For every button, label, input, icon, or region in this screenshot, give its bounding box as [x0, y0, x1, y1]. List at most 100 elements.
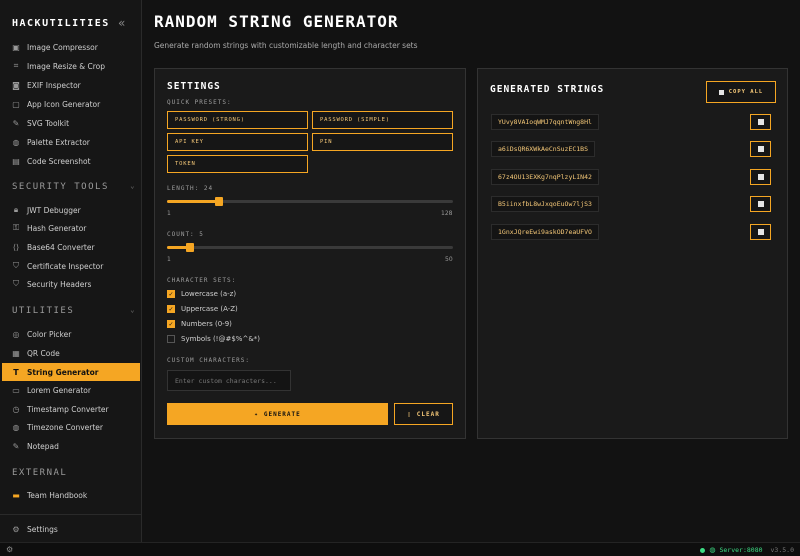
copy-icon: [757, 229, 764, 235]
length-slider-thumb[interactable]: [215, 197, 223, 206]
checkbox-unchecked[interactable]: [167, 335, 175, 343]
sidebar-item-code-screenshot[interactable]: ▤ Code Screenshot: [2, 152, 140, 170]
sidebar-item-lorem-generator[interactable]: ▭ Lorem Generator: [2, 381, 140, 399]
checkbox-checked[interactable]: ✓: [167, 320, 175, 328]
charset-symbols[interactable]: Symbols (!@#$%^&*): [167, 335, 260, 343]
clear-button[interactable]: ▯ CLEAR: [394, 403, 453, 425]
checkbox-checked[interactable]: ✓: [167, 290, 175, 298]
quick-presets-label: QUICK PRESETS:: [167, 99, 232, 106]
preset-token[interactable]: TOKEN: [167, 155, 308, 173]
book-icon: ▬: [12, 490, 20, 500]
pen-icon: ✎: [12, 118, 20, 128]
server-label: Server:8080: [719, 546, 763, 554]
copy-all-button[interactable]: COPY ALL: [706, 81, 776, 103]
copy-button[interactable]: [750, 196, 771, 212]
section-external[interactable]: EXTERNAL: [12, 468, 136, 478]
preset-password-strong[interactable]: PASSWORD (STRONG): [167, 111, 308, 129]
globe-icon: ◍: [12, 422, 20, 432]
generated-string: a6iDsQR6XWkAeCnSuzEC1BS: [491, 141, 596, 157]
sidebar-item-qr-code[interactable]: ▦ QR Code: [2, 344, 140, 362]
brand-title: HACKUTILITIES: [12, 18, 110, 29]
sidebar-item-jwt-debugger[interactable]: 🔒︎ JWT Debugger: [2, 201, 140, 219]
preset-pin[interactable]: PIN: [312, 133, 453, 151]
charset-uppercase[interactable]: ✓ Uppercase (A-Z): [167, 305, 238, 313]
charset-numbers[interactable]: ✓ Numbers (0-9): [167, 320, 232, 328]
count-slider-thumb[interactable]: [186, 243, 194, 252]
sidebar-item-timestamp-converter[interactable]: ◷ Timestamp Converter: [2, 400, 140, 418]
sidebar-item-exif-inspector[interactable]: ◙ EXIF Inspector: [2, 76, 140, 94]
results-title: GENERATED STRINGS: [490, 84, 605, 95]
checkbox-checked[interactable]: ✓: [167, 305, 175, 313]
chevron-down-icon: ⌄: [130, 182, 136, 190]
clock-icon: ◷: [12, 404, 20, 414]
sidebar: HACKUTILITIES « ▣ Image Compressor ⌗ Image…: [0, 0, 142, 542]
sidebar-item-palette-extractor[interactable]: ◍ Palette Extractor: [2, 133, 140, 151]
count-max-label: 50: [445, 256, 453, 263]
gear-icon[interactable]: ⚙: [6, 545, 13, 554]
image-icon: ▣: [12, 42, 20, 52]
copy-button[interactable]: [750, 169, 771, 185]
section-utilities[interactable]: UTILITIES ⌄: [12, 306, 136, 316]
count-label: COUNT: 5: [167, 231, 204, 238]
length-slider[interactable]: [167, 197, 453, 206]
server-status: ◍ Server:8080 v3.5.0: [700, 546, 794, 554]
sidebar-item-timezone-converter[interactable]: ◍ Timezone Converter: [2, 418, 140, 436]
sidebar-item-team-handbook[interactable]: ▬ Team Handbook: [2, 486, 140, 504]
copy-button[interactable]: [750, 224, 771, 240]
custom-characters-input[interactable]: [167, 370, 291, 391]
note-icon: ✎: [12, 441, 20, 451]
sidebar-item-settings[interactable]: ⚙ Settings: [2, 520, 140, 538]
length-label: LENGTH: 24: [167, 185, 214, 192]
sidebar-item-certificate-inspector[interactable]: ⛉ Certificate Inspector: [2, 257, 140, 275]
copy-icon: [718, 89, 724, 95]
character-sets-label: CHARACTER SETS:: [167, 277, 237, 284]
length-max-label: 128: [441, 210, 453, 217]
trash-icon: ▯: [407, 410, 412, 418]
sidebar-item-color-picker[interactable]: ◎ Color Picker: [2, 325, 140, 343]
length-slider-fill: [167, 200, 219, 203]
sparkle-icon: ✦: [254, 410, 259, 418]
chevron-down-icon: ⌄: [130, 306, 136, 314]
shield-icon: ⛉: [13, 279, 19, 288]
qr-icon: ▦: [12, 348, 20, 358]
charset-lowercase[interactable]: ✓ Lowercase (a-z): [167, 290, 236, 298]
sidebar-item-image-resize[interactable]: ⌗ Image Resize & Crop: [2, 57, 140, 75]
online-indicator: [700, 547, 706, 553]
sidebar-item-security-headers[interactable]: ⛉ Security Headers: [2, 275, 140, 293]
copy-button[interactable]: [750, 114, 771, 130]
sidebar-footer: ⚙ Settings: [0, 514, 142, 542]
sidebar-item-app-icon-generator[interactable]: ▢ App Icon Generator: [2, 95, 140, 113]
sidebar-item-image-compressor[interactable]: ▣ Image Compressor: [2, 38, 140, 56]
sidebar-item-notepad[interactable]: ✎ Notepad: [2, 437, 140, 455]
hash-icon: ⚿: [12, 223, 20, 232]
copy-icon: [757, 119, 764, 125]
collapse-sidebar-icon[interactable]: «: [118, 16, 125, 30]
sidebar-nav[interactable]: ▣ Image Compressor ⌗ Image Resize & Crop ◙…: [0, 38, 142, 514]
page-subtitle: Generate random strings with customizabl…: [154, 41, 418, 50]
page-title: RANDOM STRING GENERATOR: [154, 12, 399, 31]
count-min-label: 1: [167, 256, 171, 263]
length-min-label: 1: [167, 210, 171, 217]
custom-characters-label: CUSTOM CHARACTERS:: [167, 357, 251, 364]
generated-string: 67z4OU13EXKg7nqPlzyLIN42: [491, 169, 599, 185]
generated-string: B5iinxfbL8wJxqoEuOw7ljS3: [491, 196, 599, 212]
camera-icon: ◙: [12, 80, 20, 90]
screenshot-icon: ▤: [12, 156, 20, 166]
document-icon: ▭: [12, 385, 20, 395]
status-bar: ⚙ ◍ Server:8080 v3.5.0: [0, 542, 800, 556]
shield-icon: ⛉: [13, 261, 19, 270]
text-icon: T: [13, 367, 19, 377]
sidebar-item-svg-toolkit[interactable]: ✎ SVG Toolkit: [2, 114, 140, 132]
copy-button[interactable]: [750, 141, 771, 157]
preset-api-key[interactable]: API KEY: [167, 133, 308, 151]
generate-button[interactable]: ✦ GENERATE: [167, 403, 388, 425]
preset-password-simple[interactable]: PASSWORD (SIMPLE): [312, 111, 453, 129]
generated-string: YUvy8VAIoqWMJ7qqntWng8Hl: [491, 114, 599, 130]
app-icon: ▢: [12, 99, 20, 109]
sidebar-item-hash-generator[interactable]: ⚿ Hash Generator: [2, 219, 140, 237]
lock-icon: 🔒︎: [13, 205, 19, 214]
sidebar-item-string-generator[interactable]: T String Generator: [2, 363, 140, 381]
section-security-tools[interactable]: SECURITY TOOLS ⌄: [12, 182, 136, 192]
count-slider[interactable]: [167, 243, 453, 252]
sidebar-item-base64-converter[interactable]: ⟨⟩ Base64 Converter: [2, 238, 140, 256]
